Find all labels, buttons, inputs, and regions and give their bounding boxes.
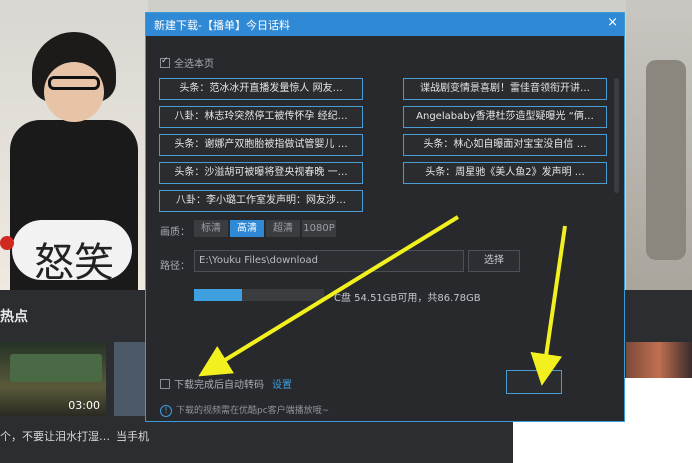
annotation-arrow <box>530 225 567 386</box>
annotation-arrow <box>198 215 460 377</box>
annotation-arrows <box>198 215 567 386</box>
